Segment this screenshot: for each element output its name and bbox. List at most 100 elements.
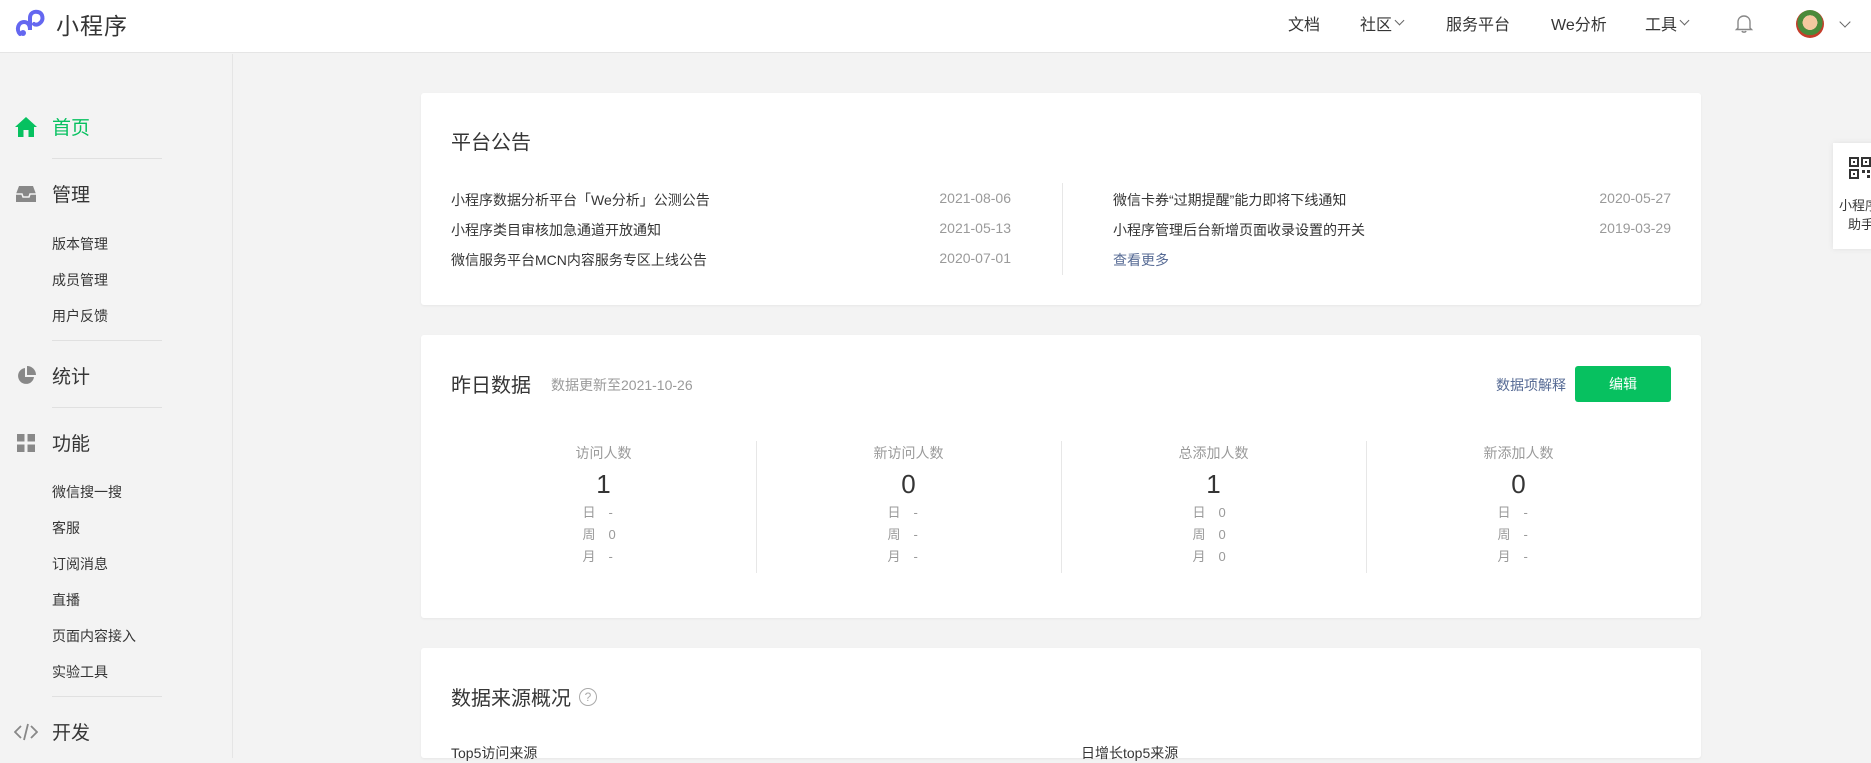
chevron-down-icon[interactable]	[1839, 16, 1851, 28]
bell-icon[interactable]	[1733, 12, 1755, 34]
nav-we-analytics[interactable]: We分析	[1551, 0, 1607, 46]
sidebar-sub-customer-service[interactable]: 客服	[52, 518, 80, 538]
announcement-date: 2019-03-29	[1599, 220, 1671, 236]
stat-value: 1	[1206, 469, 1221, 499]
code-icon	[14, 720, 38, 744]
nav-community-label: 社区	[1360, 17, 1393, 34]
day-label: 日	[1192, 505, 1206, 520]
nav-tools[interactable]: 工具	[1645, 0, 1690, 46]
data-explain-link[interactable]: 数据项解释	[1496, 375, 1566, 395]
sidebar-item-label: 统计	[52, 367, 91, 388]
day-label: 日	[1497, 505, 1511, 520]
sidebar-sub-page-content[interactable]: 页面内容接入	[52, 626, 136, 646]
day-label: 日	[887, 505, 901, 520]
nav-tools-label: 工具	[1645, 17, 1678, 34]
announcements-title: 平台公告	[451, 132, 531, 154]
sidebar-item-label: 管理	[52, 185, 91, 206]
inbox-icon	[14, 182, 38, 206]
announcement-date: 2020-05-27	[1599, 190, 1671, 206]
sidebar-item-dev[interactable]: 开发	[14, 718, 90, 745]
stat-new-added: 新添加人数 0 日- 周- 月-	[1366, 443, 1671, 568]
data-updated-text: 数据更新至2021-10-26	[551, 377, 693, 393]
announcement-date: 2021-05-13	[939, 220, 1011, 236]
stat-new-visitors: 新访问人数 0 日- 周- 月-	[756, 443, 1061, 568]
edit-button[interactable]: 编辑	[1575, 366, 1671, 402]
month-value: -	[913, 549, 918, 564]
data-sources-title: 数据来源概况 ?	[451, 682, 597, 711]
chevron-down-icon	[1679, 15, 1690, 25]
sidebar-sub-version[interactable]: 版本管理	[52, 234, 108, 254]
announcement-link[interactable]: 小程序管理后台新增页面收录设置的开关	[1113, 220, 1365, 240]
month-label: 月	[582, 549, 596, 564]
grid-icon	[14, 431, 38, 455]
divider	[52, 340, 162, 341]
week-value: 0	[608, 527, 616, 542]
stat-label: 新添加人数	[1483, 445, 1554, 461]
divider	[52, 696, 162, 697]
top5-sources-label: Top5访问来源	[451, 745, 538, 761]
announcement-date: 2020-07-01	[939, 250, 1011, 266]
stat-breakdown: 日- 周- 月-	[756, 502, 1061, 568]
nav-service-platform[interactable]: 服务平台	[1446, 0, 1510, 46]
stat-label: 新访问人数	[873, 445, 944, 461]
announcement-link[interactable]: 微信服务平台MCN内容服务专区上线公告	[451, 250, 707, 270]
avatar[interactable]	[1796, 10, 1824, 38]
yesterday-data-card: 昨日数据 数据更新至2021-10-26 数据项解释 编辑 访问人数 1 日- …	[421, 335, 1701, 618]
chevron-down-icon	[1394, 15, 1405, 25]
stat-value: 0	[1511, 469, 1526, 499]
stat-label: 总添加人数	[1178, 445, 1249, 461]
sidebar-sub-members[interactable]: 成员管理	[52, 270, 108, 290]
pie-chart-icon	[14, 364, 38, 388]
week-label: 周	[582, 527, 596, 542]
sidebar-sub-lab-tools[interactable]: 实验工具	[52, 662, 108, 682]
week-value: -	[913, 527, 918, 542]
stat-breakdown: 日- 周0 月-	[451, 502, 756, 568]
sidebar-item-stats[interactable]: 统计	[14, 362, 90, 389]
sidebar-item-label: 开发	[52, 723, 91, 744]
day-value: -	[1523, 505, 1528, 520]
stat-total-added: 总添加人数 1 日0 周0 月0	[1061, 443, 1366, 568]
logo[interactable]: 小程序	[14, 7, 128, 41]
day-value: 0	[1218, 505, 1226, 520]
sidebar-sub-live[interactable]: 直播	[52, 590, 80, 610]
nav-docs-label: 文档	[1288, 17, 1321, 34]
day-value: -	[608, 505, 613, 520]
announcement-link[interactable]: 小程序数据分析平台「We分析」公测公告	[451, 190, 710, 210]
day-label: 日	[582, 505, 596, 520]
nav-community[interactable]: 社区	[1360, 0, 1405, 46]
divider	[52, 158, 162, 159]
sidebar-item-manage[interactable]: 管理	[14, 180, 90, 207]
miniprogram-logo-icon	[15, 9, 45, 36]
week-label: 周	[1497, 527, 1511, 542]
view-more-link[interactable]: 查看更多	[1113, 250, 1169, 270]
announcement-link[interactable]: 小程序类目审核加急通道开放通知	[451, 220, 661, 240]
stat-value: 1	[596, 469, 611, 499]
nav-analytics-label: We分析	[1551, 17, 1607, 34]
month-label: 月	[1192, 549, 1206, 564]
announcement-date: 2021-08-06	[939, 190, 1011, 206]
sidebar-item-features[interactable]: 功能	[14, 429, 90, 456]
app-title: 小程序	[56, 13, 128, 39]
nav-docs[interactable]: 文档	[1288, 0, 1320, 46]
top-bar: 小程序 文档 社区 服务平台 We分析 工具	[0, 0, 1871, 53]
month-value: -	[1523, 549, 1528, 564]
data-sources-title-text: 数据来源概况	[451, 688, 571, 710]
week-value: -	[1523, 527, 1528, 542]
home-icon	[14, 115, 38, 139]
sidebar-item-home[interactable]: 首页	[14, 113, 90, 140]
help-icon[interactable]: ?	[579, 687, 597, 706]
announcement-link[interactable]: 微信卡券“过期提醒”能力即将下线通知	[1113, 190, 1346, 210]
sidebar-item-label: 首页	[52, 118, 91, 139]
announcements-card: 平台公告 小程序数据分析平台「We分析」公测公告 2021-08-06 小程序类…	[421, 93, 1701, 305]
stat-visitors: 访问人数 1 日- 周0 月-	[451, 443, 756, 568]
sidebar-sub-search[interactable]: 微信搜一搜	[52, 482, 122, 502]
data-sources-card: 数据来源概况 ? Top5访问来源 日增长top5来源	[421, 648, 1701, 761]
sidebar-sub-feedback[interactable]: 用户反馈	[52, 306, 108, 326]
qr-code-icon	[1849, 157, 1871, 179]
day-value: -	[913, 505, 918, 520]
yesterday-title: 昨日数据	[451, 375, 531, 397]
month-value: 0	[1218, 549, 1226, 564]
sidebar-sub-subscribe-message[interactable]: 订阅消息	[52, 554, 108, 574]
week-label: 周	[1192, 527, 1206, 542]
helper-widget[interactable]: 小程序 助手	[1833, 143, 1871, 249]
